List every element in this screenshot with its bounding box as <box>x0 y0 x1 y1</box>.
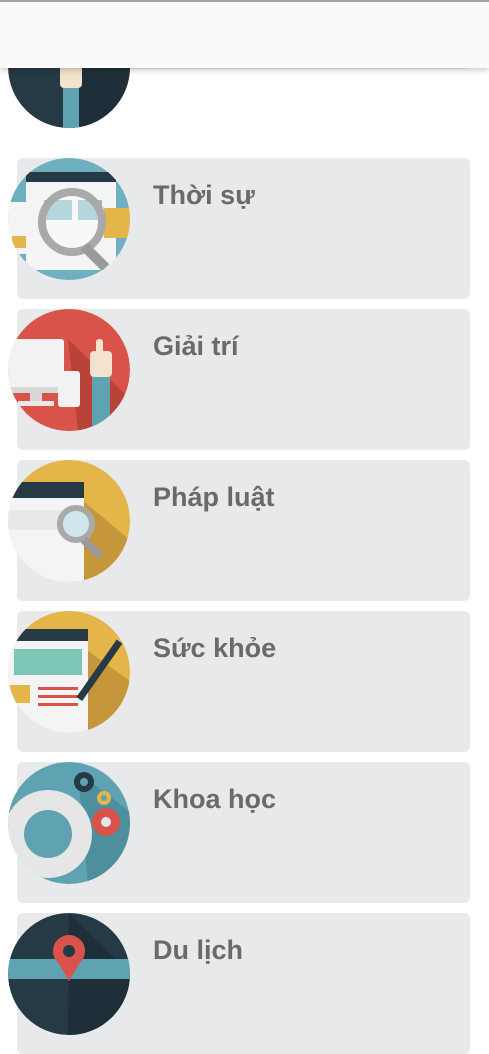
category-label-khoa-hoc: Khoa học <box>153 784 277 814</box>
map-pin-icon <box>8 913 130 1035</box>
category-label-giai-tri: Giải trí <box>153 331 239 361</box>
category-label-du-lich: Du lịch <box>153 935 244 965</box>
app-bar <box>0 0 489 68</box>
gears-icon <box>8 762 130 884</box>
devices-touch-icon <box>8 309 130 431</box>
pen-document-icon <box>8 611 130 733</box>
category-label-suc-khoe: Sức khỏe <box>153 633 277 663</box>
search-document-icon <box>8 460 130 582</box>
category-list: Thời sự Giải trí Pháp luật Sức khỏe Khoa… <box>0 0 489 1054</box>
magnifier-news-icon <box>8 158 130 280</box>
category-label-phap-luat: Pháp luật <box>153 482 275 512</box>
category-label-thoi-su: Thời sự <box>153 180 255 210</box>
